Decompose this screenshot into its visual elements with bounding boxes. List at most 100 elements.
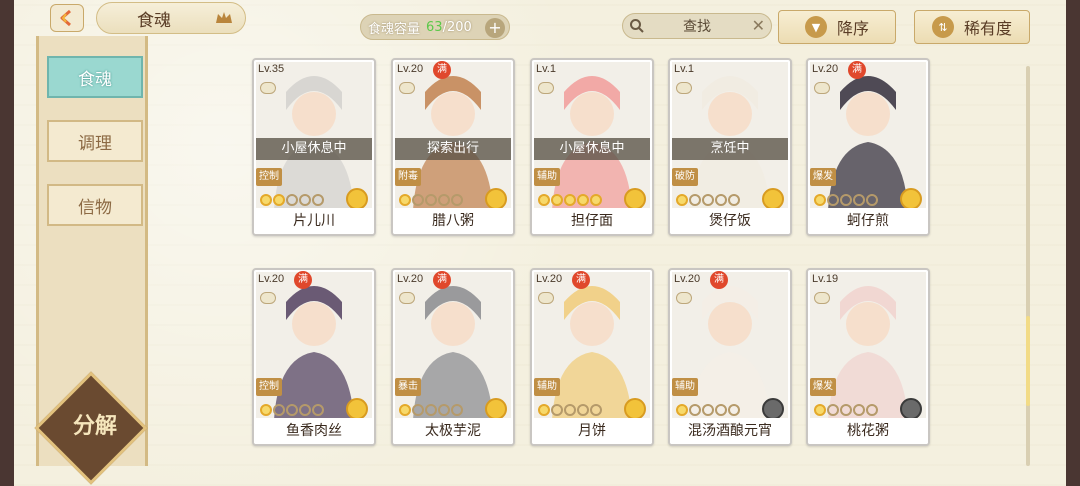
capacity-bar: 食魂容量 63 /200 + xyxy=(360,14,510,40)
sidebar-item-food-souls[interactable]: 食魂 xyxy=(47,56,143,98)
page-title-plate: 食魂 xyxy=(96,2,246,34)
level-label: Lv.20 xyxy=(674,273,701,285)
lock-toggle-icon[interactable] xyxy=(399,292,415,304)
star-icon xyxy=(866,404,878,416)
character-name: 蚵仔煎 xyxy=(808,208,928,234)
star-icon xyxy=(840,194,852,206)
star-icon xyxy=(412,404,424,416)
star-icon xyxy=(590,194,602,206)
role-badge: 破防 xyxy=(672,168,698,186)
star-icon xyxy=(438,194,450,206)
search-placeholder: 查找 xyxy=(683,19,711,35)
lock-toggle-icon[interactable] xyxy=(260,292,276,304)
star-rating xyxy=(538,404,602,416)
sidebar-item-conditioning[interactable]: 调理 xyxy=(47,120,143,162)
star-icon xyxy=(286,404,298,416)
sort-down-icon: ▼ xyxy=(804,16,827,38)
role-badge: 爆发 xyxy=(810,168,836,186)
star-icon xyxy=(286,194,298,206)
screen-edge-left xyxy=(0,0,14,486)
star-icon xyxy=(273,194,285,206)
lock-toggle-icon[interactable] xyxy=(814,82,830,94)
capacity-current: 63 xyxy=(426,19,443,35)
sort-toggle-icon: ⇅ xyxy=(931,16,954,38)
lock-toggle-icon[interactable] xyxy=(399,82,415,94)
rarity-medal-icon xyxy=(346,398,368,420)
star-rating xyxy=(399,404,463,416)
character-name: 混汤酒酿元宵 xyxy=(670,418,790,444)
status-banner: 探索出行 xyxy=(395,138,511,160)
level-label: Lv.20 xyxy=(536,273,563,285)
sort-order-button[interactable]: ▼ 降序 xyxy=(778,10,896,44)
lock-toggle-icon[interactable] xyxy=(676,82,692,94)
food-soul-card[interactable]: Lv.1 烹饪中 破防 煲仔饭 xyxy=(668,58,792,236)
role-badge: 控制 xyxy=(256,378,282,396)
role-badge: 控制 xyxy=(256,168,282,186)
character-name: 桃花粥 xyxy=(808,418,928,444)
crown-icon xyxy=(216,12,232,23)
rarity-medal-icon xyxy=(346,188,368,210)
level-label: Lv.1 xyxy=(674,63,694,75)
star-icon xyxy=(715,194,727,206)
add-capacity-button[interactable]: + xyxy=(485,18,505,38)
star-icon xyxy=(814,194,826,206)
search-icon xyxy=(630,19,644,33)
star-icon xyxy=(840,404,852,416)
level-label: Lv.35 xyxy=(258,63,285,75)
sidebar-item-tokens[interactable]: 信物 xyxy=(47,184,143,226)
max-level-badge: 满 xyxy=(294,271,312,289)
food-soul-card[interactable]: Lv.20 满辅助混汤酒酿元宵 xyxy=(668,268,792,446)
scrollbar-track[interactable] xyxy=(1026,66,1030,466)
star-icon xyxy=(551,404,563,416)
food-soul-card[interactable]: Lv.20 满爆发 蚵仔煎 xyxy=(806,58,930,236)
status-banner: 小屋休息中 xyxy=(256,138,372,160)
clear-search-icon[interactable]: ✕ xyxy=(752,16,765,35)
star-icon xyxy=(702,194,714,206)
level-label: Lv.20 xyxy=(397,63,424,75)
food-soul-card[interactable]: Lv.20 满探索出行 附毒 腊八粥 xyxy=(391,58,515,236)
star-icon xyxy=(728,194,740,206)
lock-toggle-icon[interactable] xyxy=(538,82,554,94)
capacity-label: 食魂容量 xyxy=(368,21,421,37)
star-icon xyxy=(564,194,576,206)
character-name: 腊八粥 xyxy=(393,208,513,234)
star-icon xyxy=(814,404,826,416)
scrollbar-thumb[interactable] xyxy=(1026,316,1030,406)
screen-edge-right xyxy=(1066,0,1080,486)
rarity-medal-icon xyxy=(900,398,922,420)
role-badge: 暴击 xyxy=(395,378,421,396)
star-icon xyxy=(715,404,727,416)
rarity-medal-icon xyxy=(762,188,784,210)
character-name: 担仔面 xyxy=(532,208,652,234)
food-soul-card[interactable]: Lv.1 小屋休息中 辅助 担仔面 xyxy=(530,58,654,236)
sort-key-button[interactable]: ⇅ 稀有度 xyxy=(914,10,1030,44)
star-icon xyxy=(689,194,701,206)
max-level-badge: 满 xyxy=(710,271,728,289)
food-soul-card[interactable]: Lv.20 满暴击 太极芋泥 xyxy=(391,268,515,446)
star-rating xyxy=(814,194,878,206)
role-badge: 辅助 xyxy=(672,378,698,396)
lock-toggle-icon[interactable] xyxy=(676,292,692,304)
search-input[interactable]: 查找 ✕ xyxy=(622,13,772,39)
star-icon xyxy=(425,194,437,206)
star-rating xyxy=(676,194,740,206)
star-icon xyxy=(299,194,311,206)
lock-toggle-icon[interactable] xyxy=(260,82,276,94)
star-icon xyxy=(577,194,589,206)
star-icon xyxy=(866,194,878,206)
star-icon xyxy=(399,194,411,206)
food-soul-card[interactable]: Lv.19 爆发 桃花粥 xyxy=(806,268,930,446)
max-level-badge: 满 xyxy=(848,61,866,79)
back-button[interactable] xyxy=(50,4,84,32)
sidebar-item-label: 食魂 xyxy=(78,69,112,90)
lock-toggle-icon[interactable] xyxy=(814,292,830,304)
food-soul-card[interactable]: Lv.20 满控制 鱼香肉丝 xyxy=(252,268,376,446)
max-level-badge: 满 xyxy=(572,271,590,289)
food-soul-card[interactable]: Lv.35 小屋休息中 控制 片儿川 xyxy=(252,58,376,236)
food-soul-card[interactable]: Lv.20 满辅助 月饼 xyxy=(530,268,654,446)
character-name: 鱼香肉丝 xyxy=(254,418,374,444)
lock-toggle-icon[interactable] xyxy=(538,292,554,304)
rarity-medal-icon xyxy=(762,398,784,420)
sidebar-item-label: 信物 xyxy=(78,197,112,218)
rarity-medal-icon xyxy=(624,188,646,210)
